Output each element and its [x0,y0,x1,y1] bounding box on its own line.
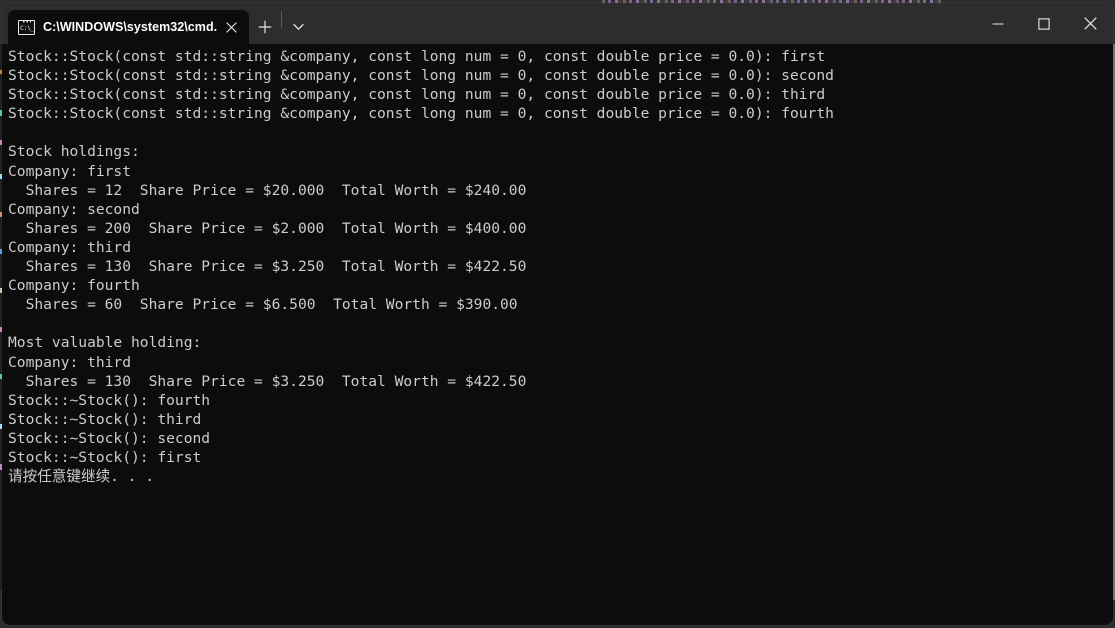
tab-strip: C:\_ C:\WINDOWS\system32\cmd. [2,3,314,44]
minimize-button[interactable] [975,3,1021,44]
maximize-button[interactable] [1021,3,1067,44]
terminal-window: C:\_ C:\WINDOWS\system32\cmd. Stock::Sto… [2,3,1113,625]
chevron-down-icon[interactable] [282,10,314,44]
terminal-output-pane[interactable]: Stock::Stock(const std::string &company,… [2,44,1113,625]
tab-title: C:\WINDOWS\system32\cmd. [43,20,218,34]
console-text: Stock::Stock(const std::string &company,… [8,48,834,486]
new-tab-button[interactable] [249,10,281,44]
close-button[interactable] [1067,3,1113,44]
window-controls [975,3,1113,44]
title-bar[interactable]: C:\_ C:\WINDOWS\system32\cmd. [2,3,1113,44]
tab-cmd[interactable]: C:\_ C:\WINDOWS\system32\cmd. [8,10,250,44]
cmd-icon-text: C:\_ [20,24,35,32]
close-icon[interactable] [217,14,245,40]
cmd-icon: C:\_ [18,19,35,35]
